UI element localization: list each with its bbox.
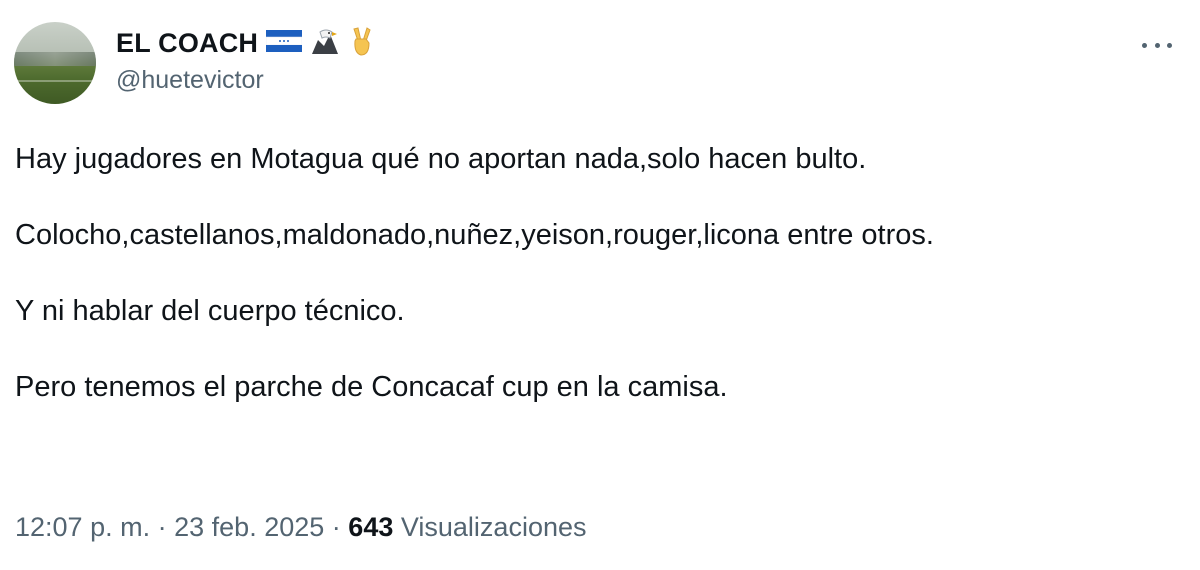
avatar-stadium-stands (14, 52, 96, 66)
tweet-paragraph: Y ni hablar del cuerpo técnico. (15, 295, 405, 327)
tweet-date[interactable]: 23 feb. 2025 (174, 512, 324, 542)
meta-separator: · (331, 512, 341, 542)
victory-hand-icon (348, 25, 374, 62)
tweet-text: Hay jugadores en Motagua qué no aportan … (15, 140, 1185, 444)
avatar-field-line (14, 80, 96, 82)
meta-separator: · (157, 512, 167, 542)
honduras-flag-icon (265, 28, 303, 59)
user-handle[interactable]: @huetevictor (116, 66, 374, 95)
tweet-card: EL COACH @huetevictor Hay jugadores en M… (0, 0, 1200, 570)
tweet-paragraph: Hay jugadores en Motagua qué no aportan … (15, 143, 867, 175)
display-name[interactable]: EL COACH (116, 28, 258, 59)
views-count: 643 (348, 512, 394, 542)
tweet-paragraph: Colocho,castellanos,maldonado,nuñez,yeis… (15, 219, 934, 251)
tweet-paragraph: Pero tenemos el parche de Concacaf cup e… (15, 371, 728, 403)
avatar[interactable] (14, 22, 96, 104)
name-row: EL COACH (116, 26, 374, 60)
tweet-metadata: 12:07 p. m. · 23 feb. 2025 · 643 Visuali… (15, 512, 587, 543)
tweet-header: EL COACH @huetevictor (116, 26, 374, 95)
tweet-time[interactable]: 12:07 p. m. (15, 512, 150, 542)
eagle-icon (308, 26, 342, 61)
more-options-icon[interactable] (1142, 38, 1172, 52)
views-label: Visualizaciones (400, 512, 587, 542)
